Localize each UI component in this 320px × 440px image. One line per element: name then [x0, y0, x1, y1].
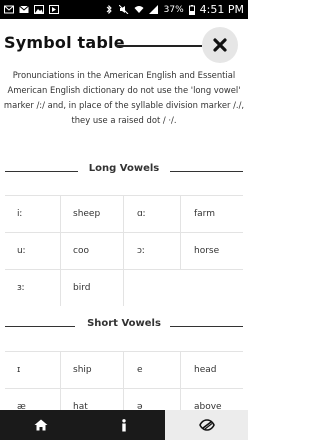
example-word[interactable]: sheep — [73, 196, 100, 232]
mute-icon — [118, 5, 129, 14]
signal-icon — [148, 5, 158, 14]
table-row: iː sheep ɑː farm — [5, 196, 243, 233]
section-header-long-vowels: Long Vowels — [0, 163, 248, 177]
info-icon — [122, 418, 126, 431]
example-word[interactable]: ship — [73, 352, 92, 388]
close-icon — [213, 38, 227, 52]
header: Symbol table — [0, 19, 248, 69]
tab-info[interactable] — [83, 410, 166, 440]
image-icon — [34, 5, 44, 14]
close-button[interactable] — [202, 27, 238, 63]
status-bar: 37% 4:51 PM — [0, 0, 248, 19]
phonetic-symbol[interactable]: iː — [17, 196, 23, 232]
section-title: Long Vowels — [88, 163, 160, 174]
page-title: Symbol table — [4, 33, 125, 52]
section-title: Short Vowels — [87, 318, 161, 329]
title-divider — [116, 45, 202, 47]
bluetooth-icon — [106, 5, 112, 14]
example-word[interactable]: bird — [73, 270, 90, 306]
gmail-icon — [19, 5, 29, 13]
phonetic-symbol[interactable]: ɑː — [137, 196, 146, 232]
tab-symbols[interactable] — [165, 410, 249, 440]
table-row: ɪ ship e head — [5, 352, 243, 389]
status-bar-notifications — [4, 5, 59, 14]
phonetic-symbol-icon — [198, 419, 215, 431]
example-word[interactable]: coo — [73, 233, 89, 269]
wifi-icon — [134, 6, 144, 13]
phonetic-symbol[interactable]: ɔː — [137, 233, 145, 269]
example-word[interactable]: farm — [194, 196, 215, 232]
tab-home[interactable] — [0, 410, 83, 440]
section-divider-right — [170, 171, 243, 172]
phonetic-symbol[interactable]: e — [137, 352, 143, 388]
notification-icon — [49, 5, 59, 14]
example-word[interactable]: horse — [194, 233, 219, 269]
battery-icon — [188, 4, 195, 15]
home-icon — [34, 419, 48, 431]
example-word[interactable]: head — [194, 352, 216, 388]
phonetic-symbol[interactable]: ɪ — [17, 352, 20, 388]
bottom-nav — [0, 410, 249, 440]
section-divider-right — [170, 326, 243, 327]
status-bar-system: 37% 4:51 PM — [104, 3, 244, 16]
table-row: uː coo ɔː horse — [5, 233, 243, 270]
clock: 4:51 PM — [199, 3, 244, 16]
symbol-grid-long-vowels: iː sheep ɑː farm uː coo ɔː horse ɜː bird — [5, 195, 243, 306]
phonetic-symbol[interactable]: uː — [17, 233, 26, 269]
mail-icon — [4, 5, 14, 14]
phonetic-symbol[interactable]: ɜː — [17, 270, 25, 306]
intro-text: Pronunciations in the American English a… — [3, 70, 245, 125]
table-row: ɜː bird — [5, 270, 243, 306]
section-header-short-vowels: Short Vowels — [0, 318, 248, 332]
battery-percent: 37% — [163, 4, 184, 15]
